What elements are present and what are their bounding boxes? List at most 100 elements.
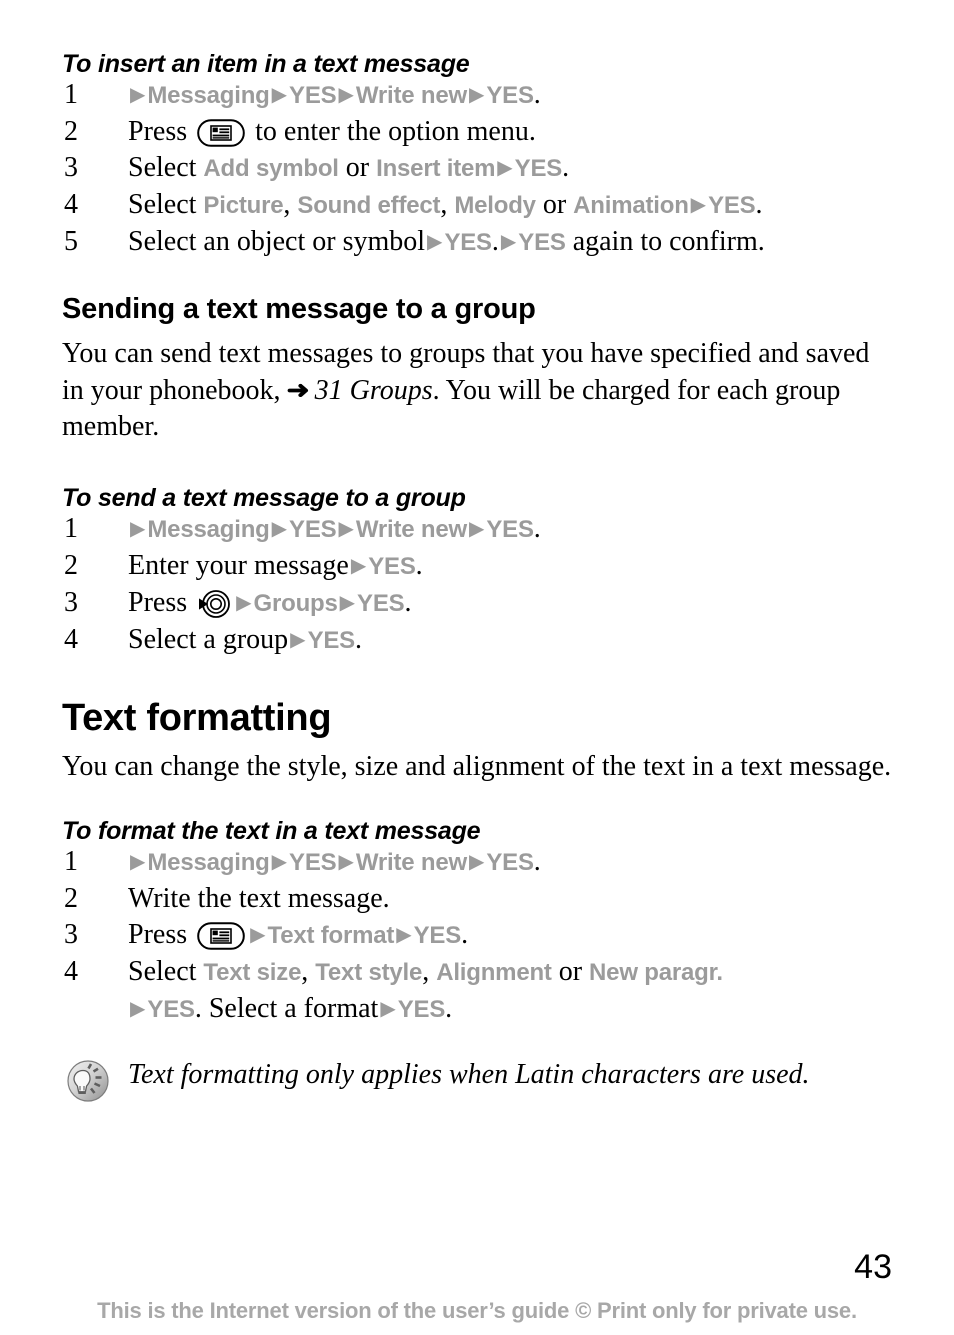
joystick-key-icon <box>197 589 231 619</box>
menu-term: New paragr. <box>589 959 723 986</box>
menu-term: Picture <box>203 192 284 219</box>
step-arrow-icon: ▶ <box>338 517 354 540</box>
step-text: ▶ Messaging ▶ YES ▶ Write new ▶ YES. <box>128 844 892 881</box>
step-arrow-icon: ▶ <box>380 998 396 1020</box>
page-content: To insert an item in a text message 1 ▶ … <box>62 50 892 1102</box>
heading-sending-group: Sending a text message to a group <box>62 293 536 325</box>
step-text: Select Picture, Sound effect, Melody or … <box>128 187 892 224</box>
heading-insert-item: To insert an item in a text message <box>62 50 470 78</box>
body-text: Select <box>128 956 204 987</box>
menu-term: Insert item <box>376 155 496 182</box>
procedure-step: 2 Write the text message. <box>62 881 892 917</box>
procedure-step: 4 Select Text size, Text style, Alignment… <box>62 954 892 1028</box>
step-number: 1 <box>64 846 78 877</box>
body-text: Press <box>128 919 195 950</box>
menu-term: YES <box>514 155 563 182</box>
menu-term: Sound effect <box>297 192 441 219</box>
step-number: 1 <box>64 512 78 544</box>
menu-term: YES <box>368 552 416 580</box>
step-text: Write the text message. <box>128 881 892 917</box>
body-text: . <box>562 152 570 183</box>
step-arrow-icon: ▶ <box>338 851 354 873</box>
body-text: . <box>491 226 499 257</box>
step-text: Select an object or symbol ▶ YES. ▶ YES … <box>128 224 892 261</box>
body-text: . <box>461 919 469 950</box>
body-text: . <box>415 549 423 581</box>
menu-term: YES <box>444 229 492 256</box>
menu-term: Text format <box>267 922 395 949</box>
step-arrow-icon: ▶ <box>130 998 146 1020</box>
step-text: Select a group ▶ YES. <box>128 622 892 659</box>
step-arrow-icon: ▶ <box>236 591 252 614</box>
body-text: . <box>355 623 362 655</box>
body-text: , <box>283 189 298 220</box>
body-text: . <box>445 993 453 1024</box>
step-arrow-icon: ▶ <box>290 628 306 651</box>
menu-term: YES <box>357 589 405 617</box>
menu-term: Add symbol <box>203 155 339 182</box>
procedure-step: 3 Press ▶ Groups ▶ YES. <box>62 585 892 622</box>
body-text: . <box>533 846 541 877</box>
step-arrow-icon: ▶ <box>396 924 412 946</box>
menu-term: YES <box>518 229 566 256</box>
menu-term: YES <box>289 82 337 109</box>
step-text: Enter your message ▶ YES. <box>128 548 892 585</box>
menu-term: YES <box>307 626 356 654</box>
procedure-step: 1 ▶ Messaging ▶ YES ▶ Write new ▶ YES. <box>62 77 892 114</box>
body-text: or <box>535 189 574 220</box>
procedure-step: 2 Enter your message ▶ YES. <box>62 548 892 585</box>
body-text: again to confirm. <box>565 226 765 257</box>
body-text: Write the text message. <box>128 883 390 914</box>
menu-term: Groups <box>253 589 338 617</box>
step-number: 1 <box>64 79 78 110</box>
body-text: Enter your message <box>128 549 349 581</box>
body-text: . Select a format <box>194 993 379 1024</box>
menu-term: Write new <box>355 82 467 109</box>
steps-format-text: 1 ▶ Messaging ▶ YES ▶ Write new ▶ YES. 2 W… <box>62 844 892 1028</box>
procedure-step: 4 Select Picture, Sound effect, Melody or… <box>62 187 892 224</box>
body-text: , <box>440 189 455 220</box>
heading-format-text: To format the text in a text message <box>62 817 481 845</box>
procedure-step: 5 Select an object or symbol ▶ YES. ▶ YES… <box>62 224 892 261</box>
step-arrow-icon: ▶ <box>130 851 146 873</box>
procedure-step: 1 ▶ Messaging ▶ YES ▶ Write new ▶ YES. <box>62 511 892 548</box>
body-text: Press <box>128 116 195 147</box>
menu-term: Write new <box>355 849 467 876</box>
step-text: Press ▶ Groups ▶ YES. <box>128 585 892 622</box>
body-text: to enter the option menu. <box>248 116 536 147</box>
body-text: . <box>533 512 541 544</box>
menu-key-icon <box>197 922 245 950</box>
procedure-step: 4 Select a group ▶ YES. <box>62 622 892 659</box>
step-number: 3 <box>64 919 78 950</box>
step-number: 2 <box>64 549 78 581</box>
step-number: 2 <box>64 116 78 147</box>
step-arrow-icon: ▶ <box>468 517 485 540</box>
step-arrow-icon: ▶ <box>338 84 354 106</box>
menu-term: Messaging <box>147 515 270 543</box>
cross-reference-label: 31 Groups <box>307 374 433 406</box>
tip-note-text: Text formatting only applies when Latin … <box>128 1059 810 1090</box>
menu-term: YES <box>413 922 462 949</box>
step-number: 5 <box>64 226 78 257</box>
step-text: Press to enter the option menu. <box>128 114 892 150</box>
menu-term: YES <box>486 82 534 109</box>
heading-send-to-group: To send a text message to a group <box>62 483 466 512</box>
menu-term: Alignment <box>436 959 552 986</box>
steps-insert-item: 1 ▶ Messaging ▶ YES ▶ Write new ▶ YES. 2 P… <box>62 77 892 261</box>
step-number: 4 <box>64 623 78 655</box>
step-number: 4 <box>64 956 78 987</box>
step-arrow-icon: ▶ <box>468 84 485 106</box>
menu-term: YES <box>147 996 195 1023</box>
step-text: Select Add symbol or Insert item ▶ YES. <box>128 150 892 187</box>
step-arrow-icon: ▶ <box>130 517 146 540</box>
body-text: or <box>338 152 377 183</box>
body-text: or <box>551 956 590 987</box>
step-arrow-icon: ▶ <box>271 517 288 540</box>
heading-text-formatting: Text formatting <box>62 696 332 739</box>
body-text: Select a group <box>128 623 289 655</box>
tip-note: Text formatting only applies when Latin … <box>62 1056 892 1102</box>
step-arrow-icon: ▶ <box>271 84 288 106</box>
